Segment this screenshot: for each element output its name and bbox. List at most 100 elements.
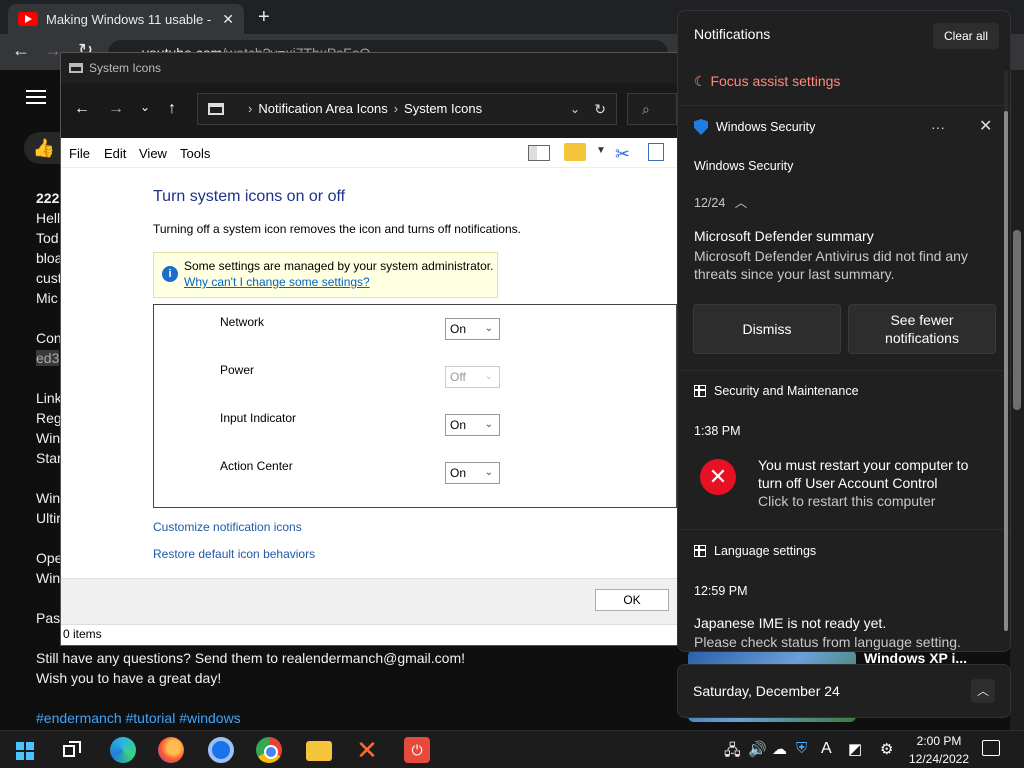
menu-view[interactable]: View <box>139 146 167 161</box>
dismiss-button[interactable]: Dismiss <box>693 304 841 354</box>
description-line: Win <box>36 570 61 586</box>
network-tray-icon[interactable]: 🖧 <box>724 740 741 765</box>
back-arrow-icon[interactable]: ← <box>74 100 90 118</box>
description-line: Reg <box>36 410 62 426</box>
description-line: Still have any questions? Send them to r… <box>36 650 465 666</box>
clock-time: 2:00 PM <box>916 734 962 748</box>
search-input[interactable]: ⌕ <box>627 93 677 125</box>
tab-title: Making Windows 11 usable - You <box>46 11 214 27</box>
description-line: Win <box>36 490 61 506</box>
power-app-icon[interactable]: ⏻ <box>404 737 430 763</box>
menu-file[interactable]: File <box>69 146 90 161</box>
path-breadcrumb[interactable]: › Notification Area Icons › System Icons ⌄ … <box>197 93 617 125</box>
close-icon[interactable]: ✕ <box>979 116 992 136</box>
properties-folder-icon[interactable] <box>564 143 586 161</box>
cut-icon[interactable]: ✂ <box>615 144 630 165</box>
notification-center-icon[interactable] <box>982 740 1000 756</box>
new-tab-button[interactable]: + <box>258 6 270 29</box>
window-titlebar[interactable]: System Icons <box>61 53 677 83</box>
ime-notification-title[interactable]: Japanese IME is not ready yet. <box>694 615 886 631</box>
x-app-icon[interactable]: ✕ <box>354 737 380 763</box>
browser-tab[interactable]: Making Windows 11 usable - You ✕ <box>8 4 244 34</box>
system-icons-table: Network On ⌄ Power Off ⌄ Input Indicator O… <box>153 304 677 508</box>
chromium-icon[interactable] <box>208 737 234 763</box>
moon-icon: ☾ <box>694 73 711 89</box>
up-arrow-icon[interactable]: ↑ <box>168 100 176 118</box>
volume-tray-icon[interactable]: 🔊 <box>748 740 767 758</box>
chevron-down-icon: ⌄ <box>484 323 493 334</box>
input-indicator-select[interactable]: On ⌄ <box>445 414 500 436</box>
notifications-title: Notifications <box>694 26 771 42</box>
explorer-content: Turn system icons on or off Turning off … <box>61 168 677 578</box>
settings-gear-icon[interactable]: ⚙ <box>880 740 893 758</box>
notification-group-name: Windows Security <box>694 159 794 173</box>
description-line: Con <box>36 330 62 346</box>
status-bar: 0 items <box>61 624 677 645</box>
chrome-icon[interactable] <box>256 737 282 763</box>
notification-center: Notifications Clear all ☾ Focus assist s… <box>677 10 1011 652</box>
task-view-icon[interactable] <box>60 737 86 763</box>
more-options-icon[interactable]: ··· <box>931 119 945 135</box>
ime-notification-body[interactable]: Please check status from language settin… <box>694 634 961 650</box>
restart-notification-body[interactable]: Click to restart this computer <box>758 493 935 509</box>
edge-icon[interactable] <box>110 737 136 763</box>
thumbs-up-icon: 👍 <box>32 138 56 158</box>
tab-close-icon[interactable]: ✕ <box>222 11 234 28</box>
window-title: System Icons <box>89 61 162 75</box>
focus-assist-link[interactable]: ☾ Focus assist settings <box>694 73 840 90</box>
notification-scrollbar[interactable] <box>1004 71 1008 631</box>
computer-icon <box>208 103 224 115</box>
menu-tools[interactable]: Tools <box>180 146 210 161</box>
menu-icon[interactable] <box>26 90 46 104</box>
description-line: Mic <box>36 290 58 306</box>
restore-default-behaviors-link[interactable]: Restore default icon behaviors <box>153 547 315 561</box>
page-scrollbar[interactable] <box>1010 70 1024 730</box>
clock-date: 12/24/2022 <box>908 752 970 766</box>
notification-date[interactable]: 12/24 ︿ <box>694 192 747 211</box>
admin-notice-text: Some settings are managed by your system… <box>184 259 494 273</box>
description-line: Wish you to have a great day! <box>36 670 222 686</box>
see-fewer-button[interactable]: See fewer notifications <box>848 304 996 354</box>
dropdown-arrow-icon[interactable]: ▼ <box>596 145 606 156</box>
ime-tray-icon[interactable]: A <box>821 740 832 758</box>
chevron-down-icon: ⌄ <box>484 419 493 430</box>
action-center-select[interactable]: On ⌄ <box>445 462 500 484</box>
start-button[interactable] <box>14 737 40 763</box>
description-line: 222 <box>36 190 60 206</box>
refresh-icon[interactable]: ↻ <box>594 94 606 124</box>
forward-arrow-icon[interactable]: → <box>108 100 124 118</box>
preview-pane-icon[interactable] <box>528 145 550 161</box>
security-tray-icon[interactable]: ⛨ <box>796 740 807 757</box>
copy-icon[interactable] <box>648 143 664 161</box>
admin-help-link[interactable]: Why can't I change some settings? <box>184 275 370 289</box>
admin-notice: i Some settings are managed by your syst… <box>153 252 498 298</box>
breadcrumb-item[interactable]: System Icons <box>404 101 482 116</box>
cloud-tray-icon[interactable]: ☁ <box>772 740 787 758</box>
firefox-icon[interactable] <box>158 737 184 763</box>
like-button[interactable]: 👍 <box>24 132 64 164</box>
menu-edit[interactable]: Edit <box>104 146 126 161</box>
back-arrow-icon[interactable]: ← <box>12 40 30 61</box>
hashtags-link[interactable]: #endermanch #tutorial #windows <box>36 710 241 726</box>
page-description: Turning off a system icon removes the ic… <box>153 222 521 236</box>
recent-locations-chevron-icon[interactable]: ⌄ <box>140 100 150 114</box>
notification-time: 1:38 PM <box>694 424 741 438</box>
path-dropdown-icon[interactable]: ⌄ <box>570 94 580 124</box>
clear-all-button[interactable]: Clear all <box>933 23 999 49</box>
ok-button[interactable]: OK <box>595 589 669 611</box>
expand-calendar-button[interactable]: ︿ <box>971 679 995 703</box>
system-clock[interactable]: 2:00 PM 12/24/2022 <box>906 732 972 768</box>
app-window-icon <box>694 545 706 557</box>
scrollbar-thumb[interactable] <box>1013 230 1021 410</box>
file-explorer-icon[interactable] <box>306 741 332 761</box>
network-select[interactable]: On ⌄ <box>445 318 500 340</box>
breadcrumb-item[interactable]: Notification Area Icons <box>258 101 387 116</box>
pen-tray-icon[interactable]: ◩ <box>848 740 862 758</box>
error-icon: ✕ <box>700 459 736 495</box>
restart-notification-title[interactable]: You must restart your computer to turn o… <box>758 456 988 492</box>
description-line: Link <box>36 390 62 406</box>
divider <box>678 529 1010 530</box>
taskbar: ✕ ⏻ 🖧 🔊 ☁ ⛨ A ◩ ⚙ 2:00 PM 12/24/2022 <box>0 730 1024 768</box>
notification-app-header: Security and Maintenance <box>694 384 859 398</box>
customize-notification-icons-link[interactable]: Customize notification icons <box>153 520 302 534</box>
